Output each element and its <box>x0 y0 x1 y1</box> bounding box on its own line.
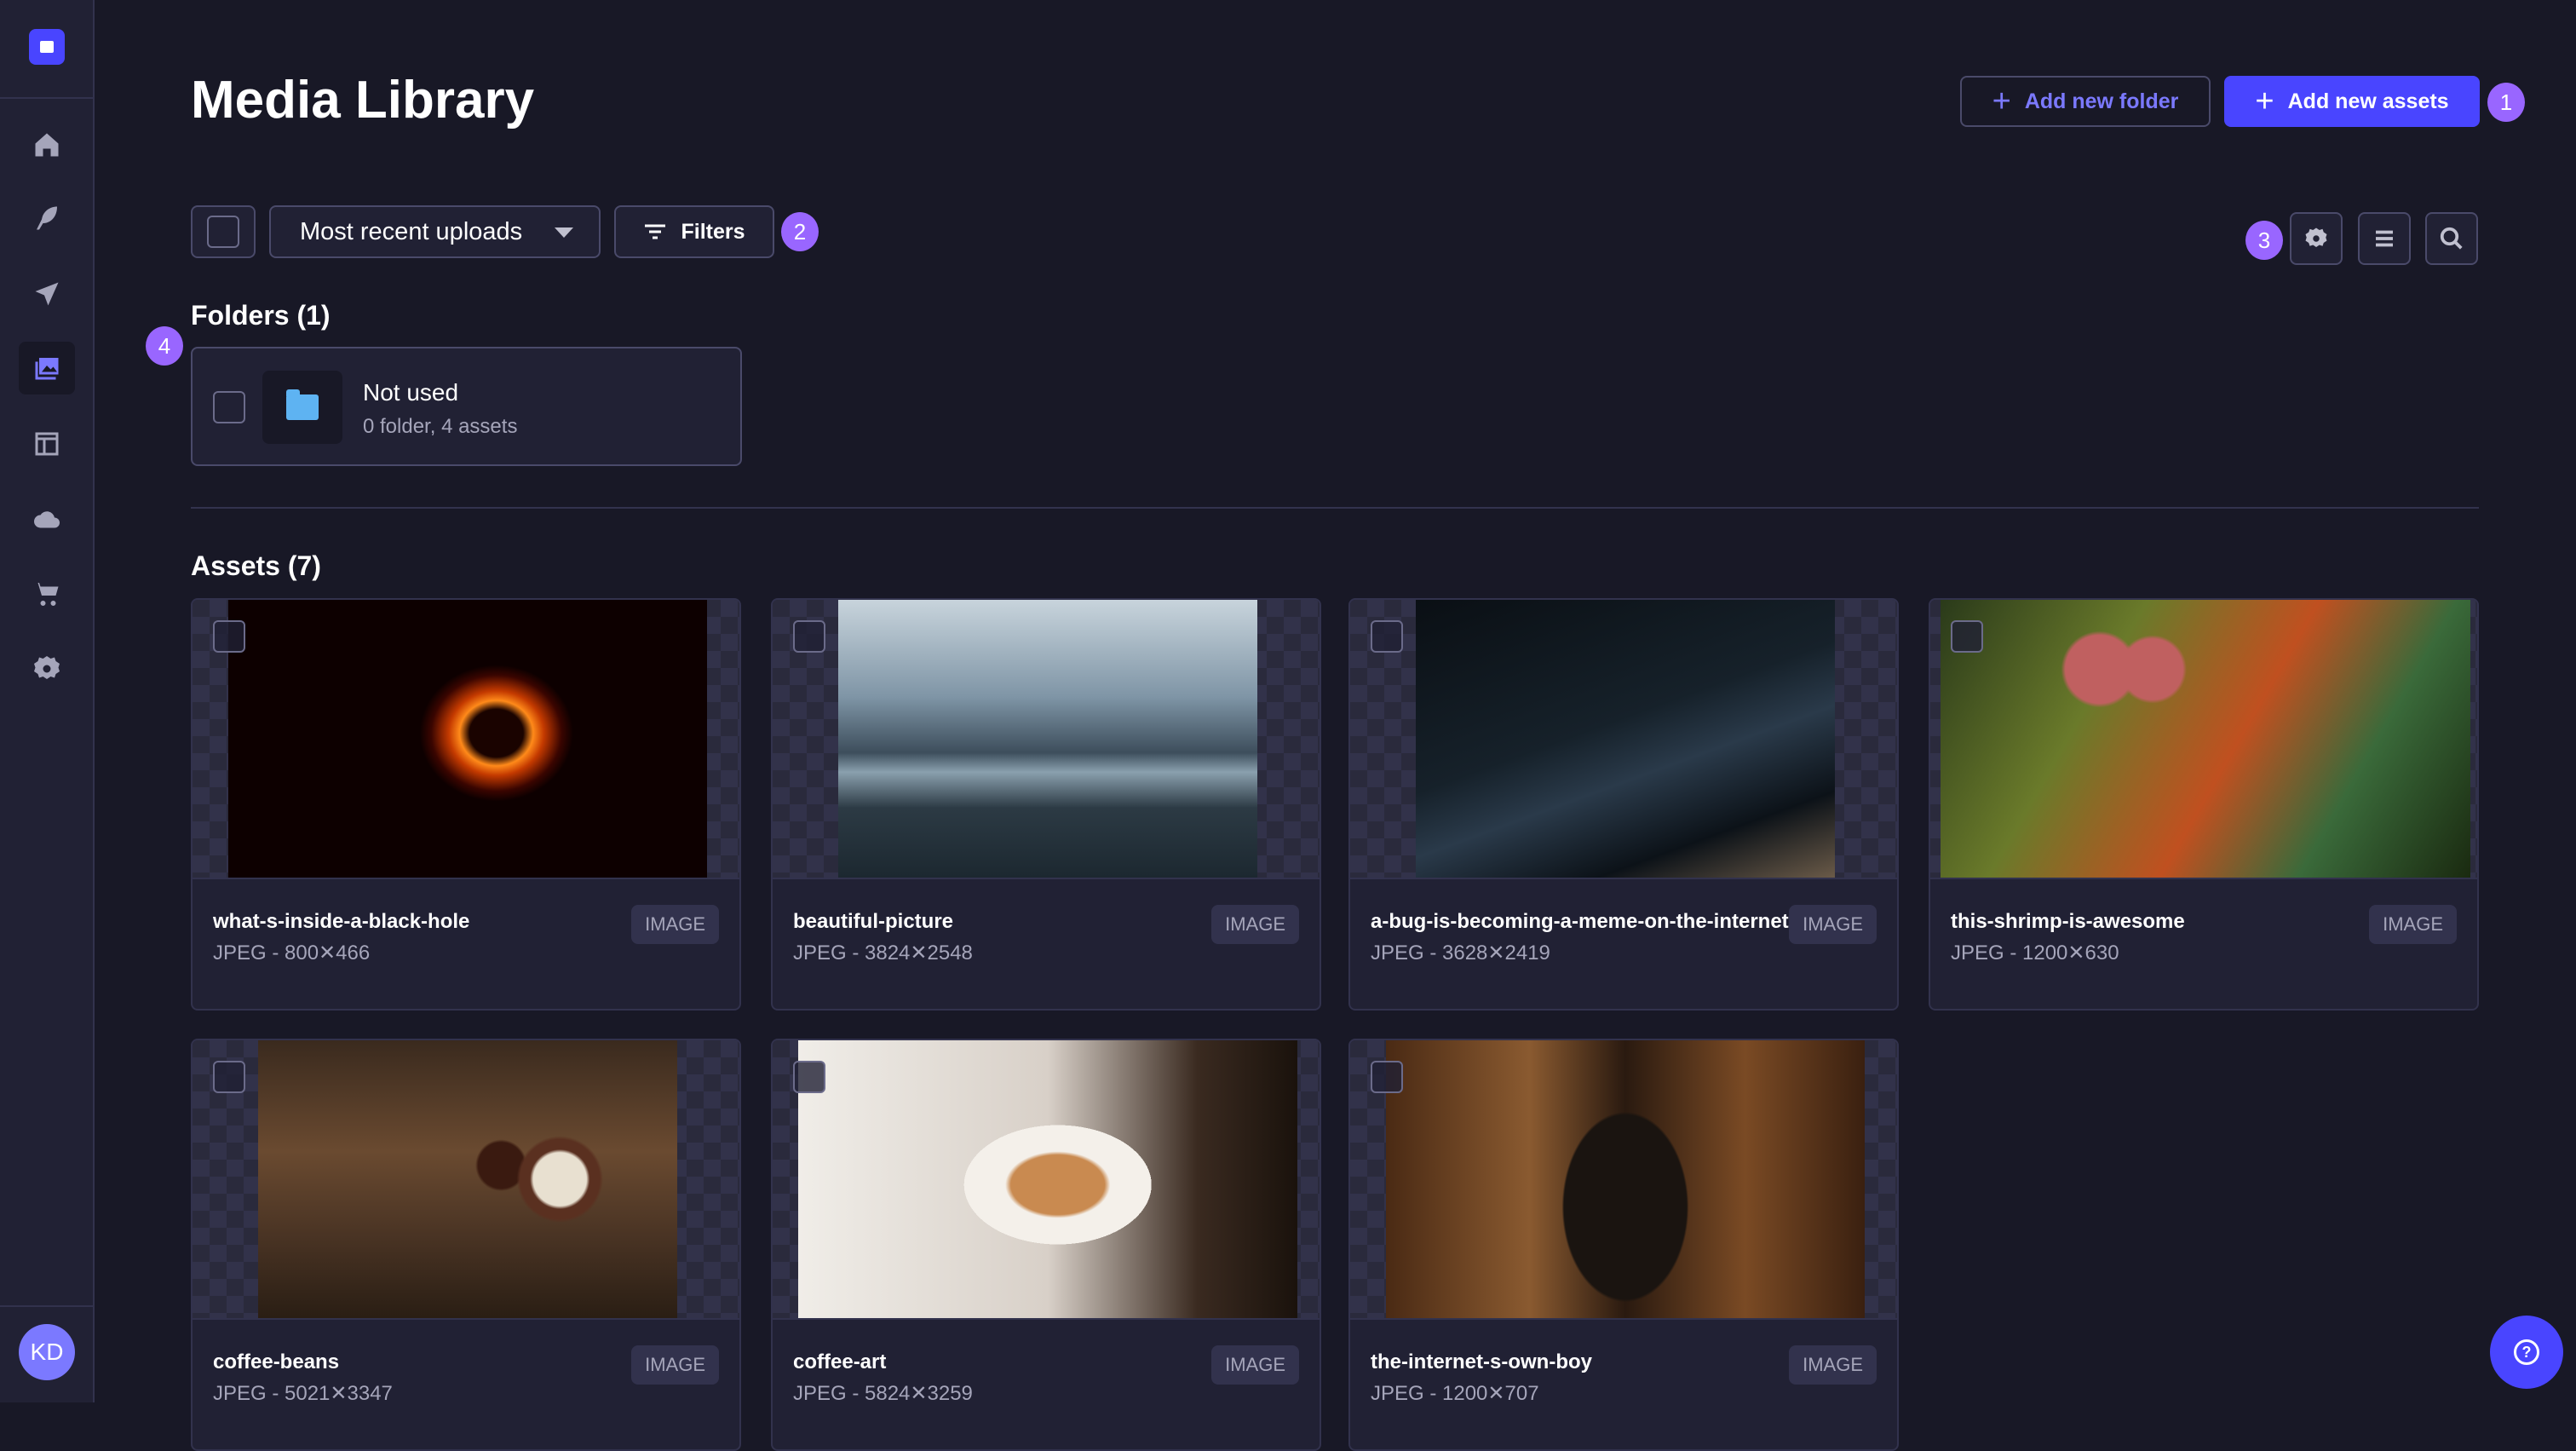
select-all-checkbox[interactable] <box>207 216 239 248</box>
asset-checkbox[interactable] <box>213 620 245 653</box>
asset-thumbnail[interactable] <box>773 1040 1320 1320</box>
home-icon[interactable] <box>19 118 75 171</box>
asset-checkbox[interactable] <box>793 620 825 653</box>
page-title: Media Library <box>191 71 535 130</box>
folders-heading: Folders (1) <box>191 300 331 331</box>
asset-name: the-internet-s-own-boy <box>1371 1350 1592 1373</box>
avatar[interactable]: KD <box>19 1324 75 1380</box>
add-new-folder-button[interactable]: + Add new folder <box>1960 76 2211 127</box>
marketplace-icon[interactable] <box>19 567 75 619</box>
asset-checkbox[interactable] <box>213 1061 245 1093</box>
gear-icon <box>2305 227 2327 247</box>
search-button[interactable] <box>2425 212 2478 265</box>
search-icon <box>2440 227 2463 250</box>
asset-name: this-shrimp-is-awesome <box>1951 910 2185 933</box>
list-icon <box>2376 230 2393 247</box>
asset-card[interactable]: beautiful-picture JPEG - 3824✕2548 IMAGE <box>771 598 1321 1011</box>
asset-meta: JPEG - 800✕466 <box>213 941 371 964</box>
asset-card[interactable]: the-internet-s-own-boy JPEG - 1200✕707 IM… <box>1348 1039 1899 1451</box>
asset-card[interactable]: coffee-beans JPEG - 5021✕3347 IMAGE <box>191 1039 741 1451</box>
asset-meta: JPEG - 3628✕2419 <box>1371 941 1550 964</box>
sort-select[interactable]: Most recent uploads <box>269 205 601 258</box>
add-folder-label: Add new folder <box>2024 89 2179 113</box>
asset-card[interactable]: what-s-inside-a-black-hole JPEG - 800✕466… <box>191 598 741 1011</box>
annotation-badge: 3 <box>2245 221 2283 260</box>
asset-card[interactable]: coffee-art JPEG - 5824✕3259 IMAGE <box>771 1039 1321 1451</box>
asset-checkbox[interactable] <box>1371 1061 1403 1093</box>
sidebar-divider <box>0 97 93 99</box>
asset-meta: JPEG - 1200✕630 <box>1951 941 2119 964</box>
content-type-builder-icon[interactable] <box>19 417 75 470</box>
asset-thumbnail[interactable] <box>193 600 739 879</box>
sidebar-divider <box>0 1305 93 1307</box>
content-manager-icon[interactable] <box>19 192 75 245</box>
asset-checkbox[interactable] <box>793 1061 825 1093</box>
asset-name: beautiful-picture <box>793 910 954 933</box>
asset-image <box>258 1040 677 1318</box>
asset-card[interactable]: this-shrimp-is-awesome JPEG - 1200✕630 IM… <box>1929 598 2479 1011</box>
asset-type-badge: IMAGE <box>1789 1345 1877 1385</box>
asset-checkbox[interactable] <box>1371 620 1403 653</box>
asset-name: coffee-beans <box>213 1350 340 1373</box>
help-icon: ? <box>2514 1339 2539 1365</box>
asset-thumbnail[interactable] <box>1350 600 1897 879</box>
settings-icon[interactable] <box>19 642 75 695</box>
settings-button[interactable] <box>2290 212 2343 265</box>
asset-image <box>1941 600 2470 878</box>
assets-heading: Assets (7) <box>191 550 321 581</box>
asset-type-badge: IMAGE <box>631 905 719 944</box>
asset-name: what-s-inside-a-black-hole <box>213 910 470 933</box>
asset-type-badge: IMAGE <box>1789 905 1877 944</box>
sort-selected-value: Most recent uploads <box>300 217 523 245</box>
filter-icon <box>645 224 666 239</box>
add-new-assets-button[interactable]: + Add new assets <box>2224 76 2480 127</box>
sidebar: KD <box>0 0 95 1402</box>
asset-meta: JPEG - 1200✕707 <box>1371 1382 1539 1405</box>
asset-image <box>1416 600 1835 878</box>
add-assets-label: Add new assets <box>2287 89 2449 113</box>
filters-button[interactable]: Filters <box>614 205 774 258</box>
caret-down-icon <box>555 227 573 238</box>
plus-icon: + <box>2255 83 2274 119</box>
filters-label: Filters <box>681 219 745 244</box>
list-view-button[interactable] <box>2358 212 2411 265</box>
asset-thumbnail[interactable] <box>193 1040 739 1320</box>
asset-type-badge: IMAGE <box>2369 905 2457 944</box>
asset-meta: JPEG - 5021✕3347 <box>213 1382 393 1405</box>
folder-card[interactable]: Not used 0 folder, 4 assets <box>191 347 742 466</box>
asset-name: a-bug-is-becoming-a-meme-on-the-internet <box>1371 910 1789 933</box>
asset-thumbnail[interactable] <box>773 600 1320 879</box>
asset-checkbox[interactable] <box>1951 620 1983 653</box>
asset-meta: JPEG - 5824✕3259 <box>793 1382 973 1405</box>
strapi-logo[interactable] <box>29 29 65 65</box>
asset-name: coffee-art <box>793 1350 887 1373</box>
section-divider <box>191 507 2479 509</box>
media-library-icon[interactable] <box>19 342 75 394</box>
folder-checkbox[interactable] <box>213 391 245 423</box>
asset-thumbnail[interactable] <box>1930 600 2477 879</box>
asset-meta: JPEG - 3824✕2548 <box>793 941 973 964</box>
asset-image <box>798 1040 1297 1318</box>
annotation-badge: 4 <box>146 326 183 366</box>
annotation-badge: 2 <box>781 212 819 251</box>
asset-type-badge: IMAGE <box>1211 905 1299 944</box>
asset-type-badge: IMAGE <box>631 1345 719 1385</box>
asset-image <box>228 600 707 878</box>
asset-image <box>838 600 1257 878</box>
asset-image <box>1386 1040 1865 1318</box>
plus-icon: + <box>1992 83 2011 119</box>
annotation-badge: 1 <box>2487 83 2525 122</box>
asset-thumbnail[interactable] <box>1350 1040 1897 1320</box>
select-all-wrapper <box>191 205 256 258</box>
help-button[interactable]: ? <box>2490 1316 2563 1389</box>
asset-card[interactable]: a-bug-is-becoming-a-meme-on-the-internet… <box>1348 598 1899 1011</box>
folder-name[interactable]: Not used <box>363 379 458 406</box>
folder-meta: 0 folder, 4 assets <box>363 415 518 438</box>
folder-icon <box>262 371 342 444</box>
asset-type-badge: IMAGE <box>1211 1345 1299 1385</box>
cloud-icon[interactable] <box>19 492 75 545</box>
deploy-icon[interactable] <box>19 268 75 320</box>
